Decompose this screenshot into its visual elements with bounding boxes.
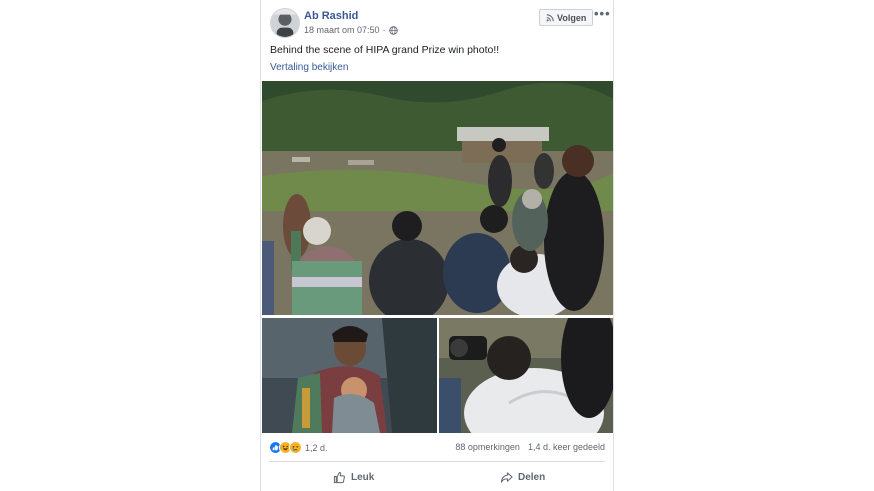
meta-separator: · bbox=[382, 25, 386, 35]
translate-link[interactable]: Vertaling bekijken bbox=[270, 62, 348, 73]
share-button[interactable]: Delen bbox=[500, 468, 545, 486]
post-date[interactable]: 18 maart om 07:50 bbox=[304, 25, 380, 35]
follow-label: Volgen bbox=[557, 12, 587, 23]
reactions-summary[interactable]: 1,2 d. bbox=[269, 441, 328, 454]
share-label: Delen bbox=[518, 471, 546, 483]
thumbs-up-icon bbox=[333, 471, 345, 483]
globe-icon[interactable] bbox=[388, 25, 398, 35]
rss-icon bbox=[546, 13, 554, 21]
follow-button[interactable]: Volgen bbox=[539, 9, 594, 26]
author-name[interactable]: Ab Rashid bbox=[304, 10, 358, 22]
reaction-count: 1,2 d. bbox=[305, 442, 328, 453]
avatar[interactable] bbox=[270, 8, 300, 38]
facebook-post: Ab Rashid 18 maart om 07:50 · Volgen •••… bbox=[260, 0, 614, 491]
photo-photographer-closeup[interactable] bbox=[439, 318, 613, 433]
like-label: Leuk bbox=[351, 471, 375, 483]
photo-mother-and-child[interactable] bbox=[262, 318, 437, 433]
post-text: Behind the scene of HIPA grand Prize win… bbox=[270, 44, 500, 56]
post-stats: 88 opmerkingen 1,4 d. keer gedeeld bbox=[455, 442, 605, 452]
share-arrow-icon bbox=[500, 471, 513, 483]
like-button[interactable]: Leuk bbox=[333, 468, 374, 486]
divider bbox=[269, 461, 605, 462]
post-meta: 18 maart om 07:50 · bbox=[304, 25, 398, 35]
comments-count[interactable]: 88 opmerkingen bbox=[455, 442, 520, 452]
photo-photographers-crowd[interactable] bbox=[262, 81, 613, 315]
more-options-icon[interactable]: ••• bbox=[594, 7, 611, 20]
shares-count[interactable]: 1,4 d. keer gedeeld bbox=[528, 442, 605, 452]
sad-reaction-icon bbox=[289, 441, 302, 454]
